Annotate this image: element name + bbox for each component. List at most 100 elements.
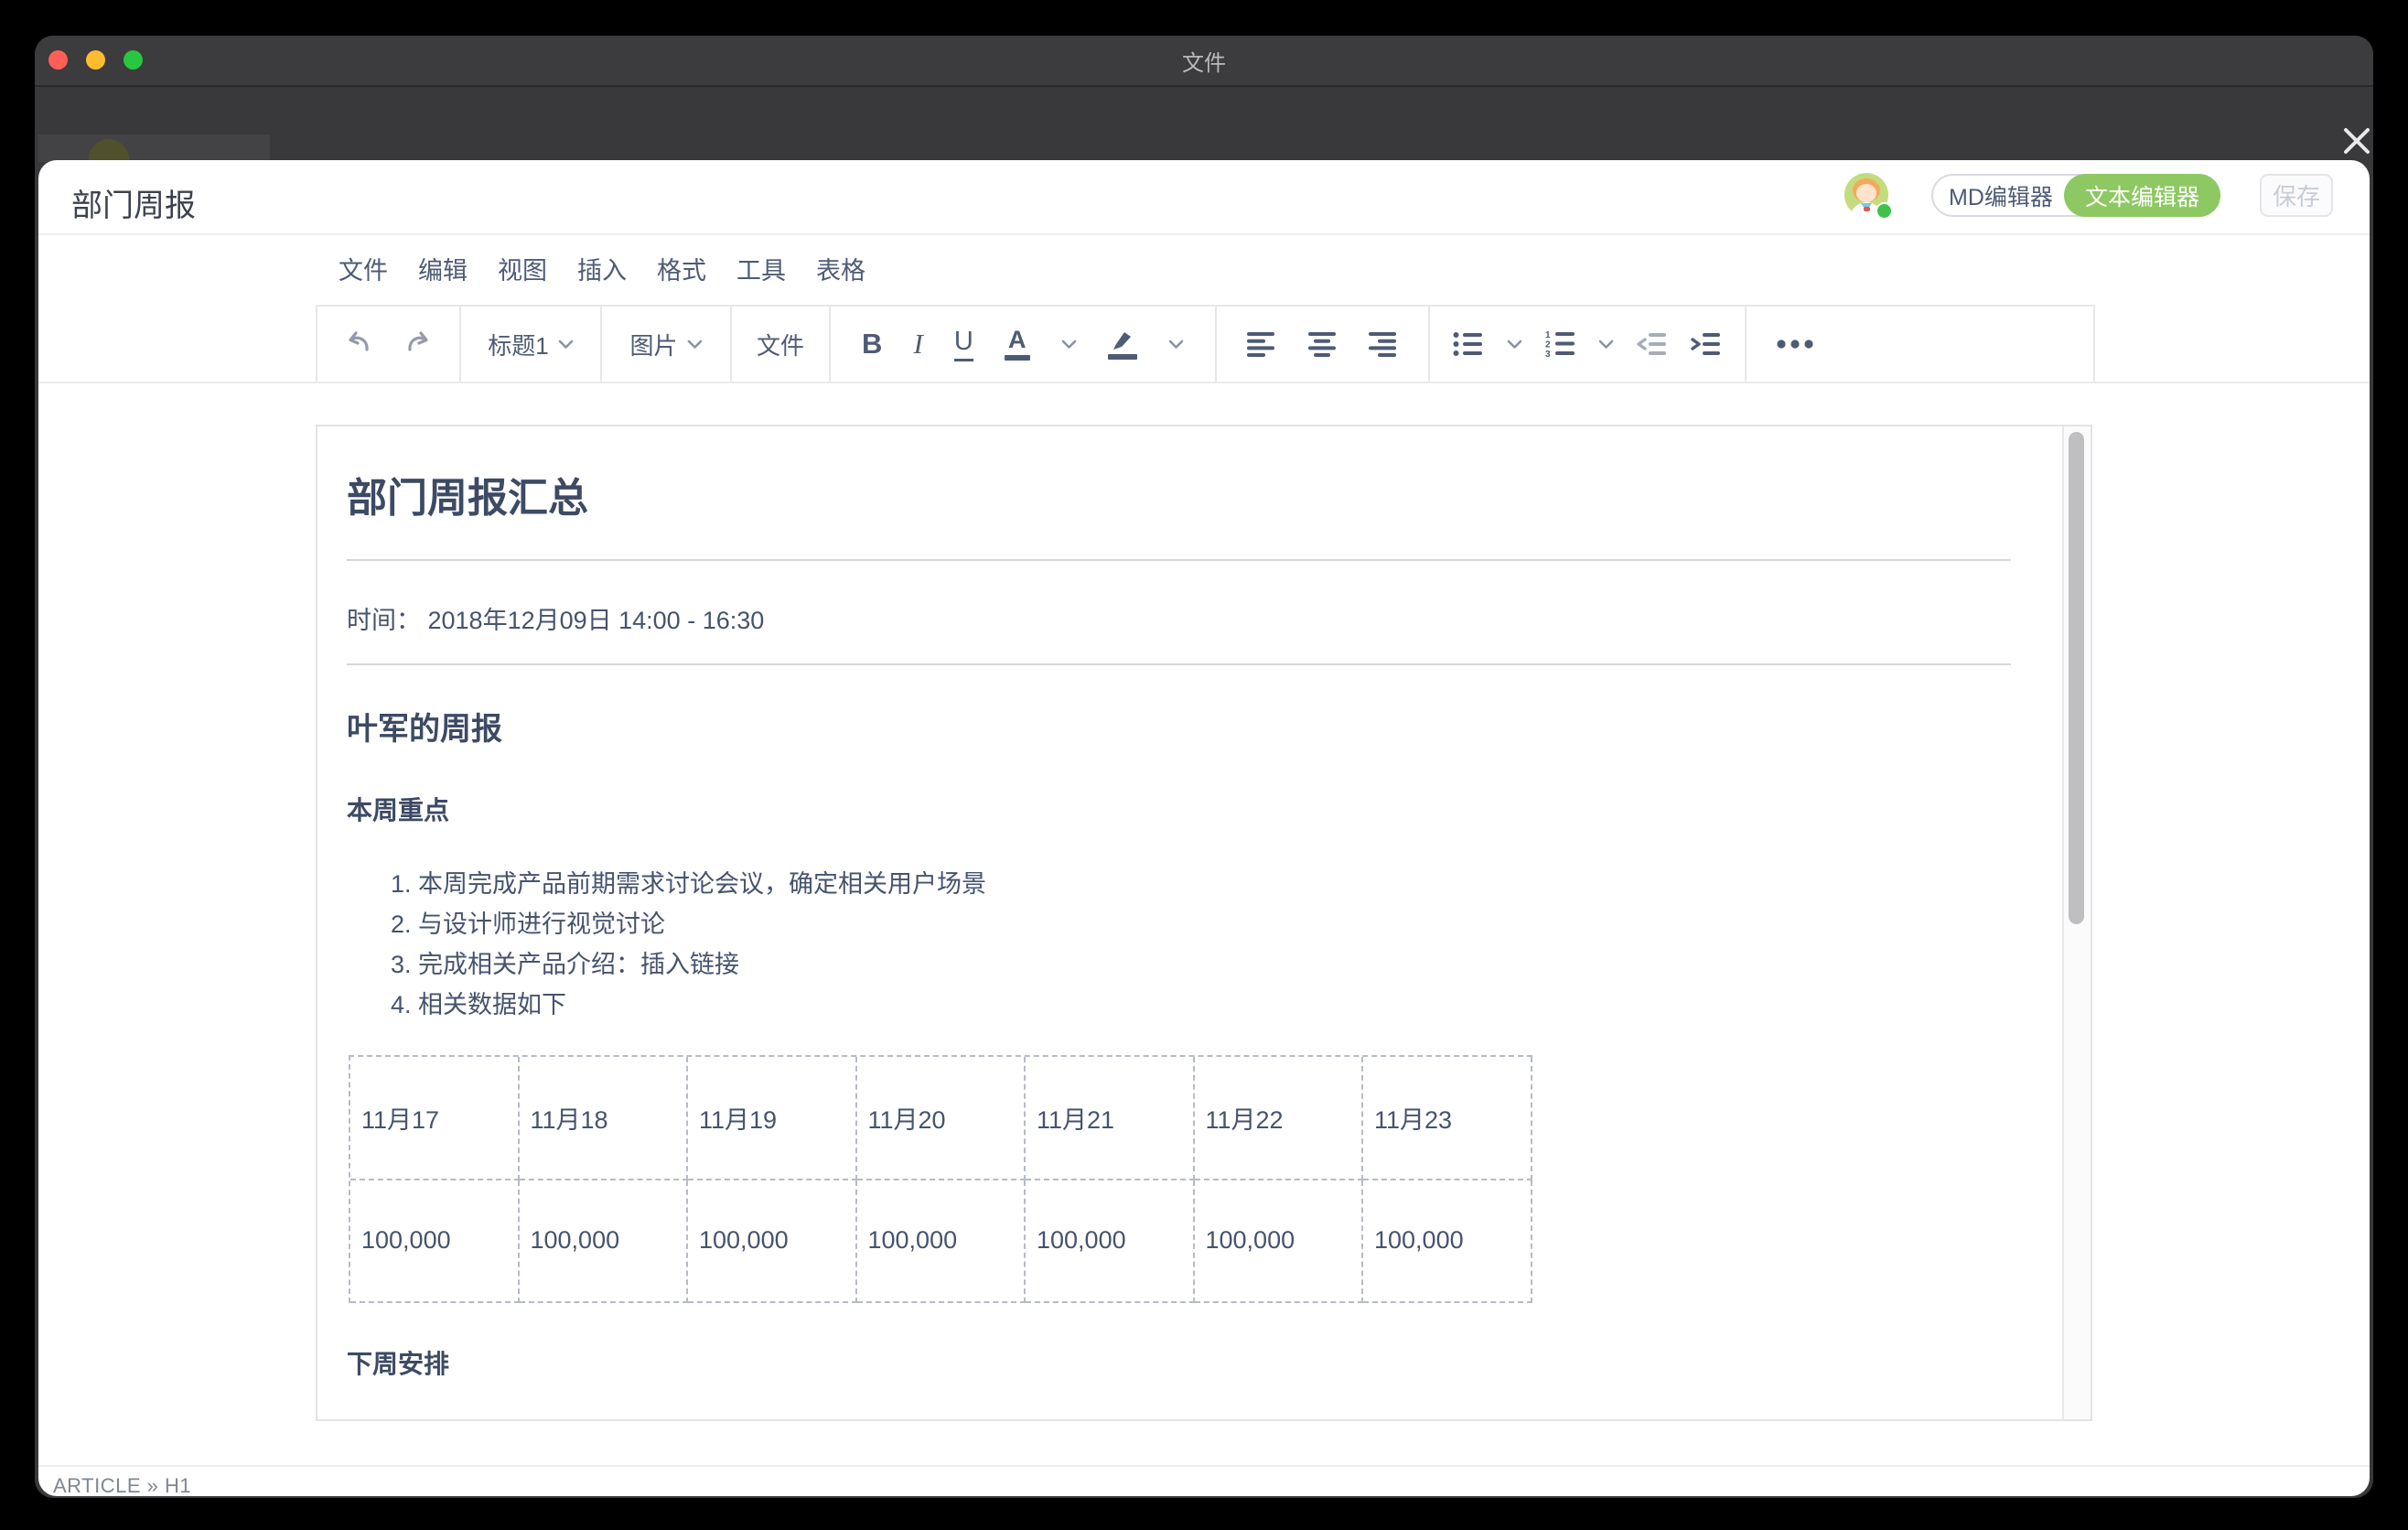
zoom-traffic-button[interactable]	[124, 50, 143, 70]
list-item: 相关数据如下	[391, 985, 986, 1025]
menu-table[interactable]: 表格	[816, 251, 865, 286]
doc-time-line: 时间： 2018年12月09日 14:00 - 16:30	[347, 600, 764, 636]
svg-text:1: 1	[1545, 330, 1551, 340]
heading-dropdown[interactable]: 标题1	[488, 328, 573, 361]
format-toolbar: 标题1 图片 文件	[316, 305, 2095, 382]
document-editor-area[interactable]: 部门周报汇总 时间： 2018年12月09日 14:00 - 16:30 叶军的…	[316, 425, 2092, 1421]
highlight-chevron-icon[interactable]	[1168, 339, 1184, 350]
table-cell[interactable]: 100,000	[857, 1180, 1027, 1304]
highlight-button[interactable]	[1108, 329, 1137, 360]
table-cell[interactable]: 100,000	[520, 1180, 689, 1304]
document-body[interactable]: 部门周报汇总 时间： 2018年12月09日 14:00 - 16:30 叶军的…	[317, 426, 2064, 1419]
toolbar-divider	[38, 382, 2370, 383]
traffic-lights	[48, 50, 143, 70]
menu-file[interactable]: 文件	[339, 251, 388, 286]
status-breadcrumb: ARTICLE » H1	[53, 1474, 191, 1498]
highlight-bar	[1108, 354, 1137, 360]
editor-mode-switch: MD编辑器 文本编辑器	[1931, 174, 2220, 217]
list-indent-group: 1 2 3	[1430, 307, 1747, 382]
table-cell[interactable]: 100,000	[350, 1180, 520, 1304]
doc-heading-2: 叶军的周报	[347, 704, 502, 749]
bold-button[interactable]: B	[862, 328, 882, 361]
more-options-icon[interactable]	[1776, 339, 1814, 350]
menu-insert[interactable]: 插入	[577, 251, 627, 286]
editor-card: 部门周报 MD编辑器 文本编辑器 保存 文件 编辑 视图 插入	[38, 160, 2370, 1496]
bullet-list-icon[interactable]	[1453, 331, 1484, 357]
font-color-chevron-icon[interactable]	[1061, 339, 1077, 350]
table-cell[interactable]: 11月19	[688, 1057, 857, 1180]
table-cell[interactable]: 100,000	[1026, 1180, 1195, 1304]
background-sidebar-hint	[38, 135, 270, 162]
window-title: 文件	[1182, 45, 1226, 77]
outdent-icon[interactable]	[1637, 331, 1668, 357]
app-window: 文件 部门周报 MD编辑器 文本编辑器 保存	[35, 36, 2373, 1498]
scrollbar-track[interactable]	[2062, 426, 2091, 1419]
document-title: 部门周报	[71, 180, 196, 225]
avatar-bow	[1864, 207, 1870, 211]
table-cell[interactable]: 100,000	[688, 1180, 857, 1304]
indent-icon[interactable]	[1691, 331, 1722, 357]
doc-section-heading: 下周安排	[347, 1344, 449, 1381]
numbered-list-icon[interactable]: 1 2 3	[1545, 330, 1576, 358]
text-style-group: B I U A	[831, 307, 1217, 382]
undo-icon	[341, 327, 376, 361]
font-color-letter: A	[1008, 328, 1027, 352]
list-item-text: 本周完成产品前期需求讨论会议，确定相关用户场景	[418, 870, 986, 898]
table-cell[interactable]: 11月20	[857, 1057, 1027, 1180]
save-button[interactable]: 保存	[2260, 174, 2333, 217]
table-cell[interactable]: 11月21	[1026, 1057, 1195, 1180]
numbered-list-chevron-icon[interactable]	[1598, 339, 1614, 350]
svg-text:3: 3	[1545, 350, 1551, 358]
list-item-text: 与设计师进行视觉讨论	[418, 910, 665, 938]
close-icon	[2338, 123, 2373, 159]
font-color-button[interactable]: A	[1005, 328, 1030, 361]
menu-view[interactable]: 视图	[498, 251, 547, 286]
table-cell[interactable]: 11月18	[520, 1057, 689, 1180]
doc-ordered-list: 本周完成产品前期需求讨论会议，确定相关用户场景 与设计师进行视觉讨论 完成相关产…	[391, 864, 986, 1025]
file-group: 文件	[732, 307, 831, 382]
italic-button[interactable]: I	[913, 328, 922, 361]
bullet-list-chevron-icon[interactable]	[1507, 339, 1522, 350]
font-color-bar	[1005, 355, 1030, 361]
highlighter-icon	[1109, 329, 1136, 351]
avatar-face	[1856, 184, 1876, 202]
horizontal-rule	[347, 663, 2011, 665]
footer-divider	[38, 1465, 2370, 1467]
redo-button[interactable]	[401, 327, 435, 361]
header-divider	[38, 233, 2370, 235]
chevron-down-icon	[558, 339, 574, 350]
more-group	[1747, 307, 2093, 382]
online-status-dot	[1876, 202, 1893, 220]
insert-file-button[interactable]: 文件	[757, 328, 804, 361]
table-cell[interactable]: 11月17	[350, 1057, 520, 1180]
align-center-icon[interactable]	[1307, 331, 1338, 357]
underline-button[interactable]: U	[954, 327, 973, 361]
horizontal-rule	[347, 559, 2011, 561]
list-item: 完成相关产品介绍：插入链接	[391, 944, 986, 985]
table-cell[interactable]: 11月22	[1195, 1057, 1364, 1180]
menu-tools[interactable]: 工具	[736, 251, 786, 286]
text-editor-tab[interactable]: 文本编辑器	[2064, 174, 2220, 217]
close-traffic-button[interactable]	[48, 50, 68, 70]
scrollbar-thumb[interactable]	[2069, 432, 2084, 924]
table-cell[interactable]: 100,000	[1195, 1180, 1364, 1304]
menu-format[interactable]: 格式	[657, 251, 706, 286]
doc-section-heading: 本周重点	[347, 791, 449, 827]
heading-group: 标题1	[461, 307, 602, 382]
align-left-icon[interactable]	[1246, 331, 1277, 357]
list-item: 本周完成产品前期需求讨论会议，确定相关用户场景	[391, 864, 986, 904]
table-cell[interactable]: 100,000	[1363, 1180, 1532, 1304]
svg-text:2: 2	[1545, 340, 1551, 350]
image-dropdown[interactable]: 图片	[629, 328, 702, 361]
minimize-traffic-button[interactable]	[86, 50, 105, 70]
menu-edit[interactable]: 编辑	[418, 251, 468, 286]
history-group	[317, 307, 461, 382]
table-cell[interactable]: 11月23	[1363, 1057, 1532, 1180]
undo-button[interactable]	[341, 327, 376, 361]
align-right-icon[interactable]	[1368, 331, 1399, 357]
window-titlebar[interactable]: 文件	[35, 36, 2373, 87]
data-table[interactable]: 11月17 11月18 11月19 11月20 11月21 11月22 11月2…	[349, 1055, 1532, 1303]
image-dropdown-label: 图片	[629, 328, 677, 361]
list-item: 与设计师进行视觉讨论	[391, 904, 986, 944]
md-editor-tab[interactable]: MD编辑器	[1933, 176, 2069, 215]
